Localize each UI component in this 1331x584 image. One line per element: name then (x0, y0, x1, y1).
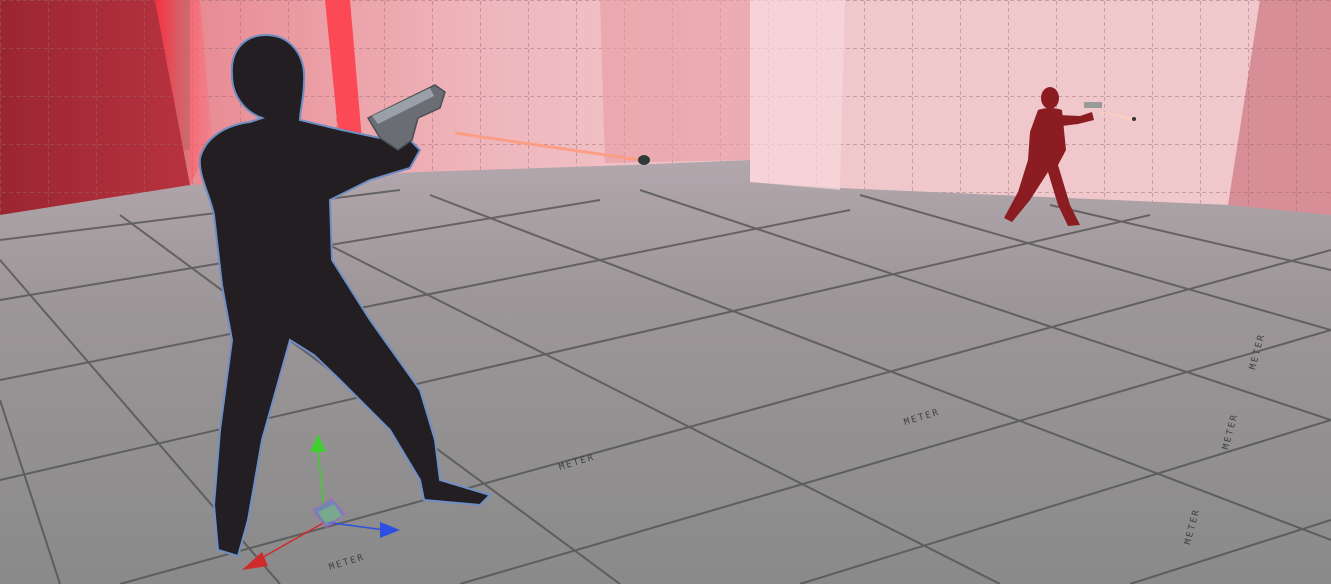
scene-canvas: METER METER METER METER METER METER (0, 0, 1331, 584)
bullet-icon (638, 155, 650, 165)
pistol-icon (1084, 102, 1102, 108)
game-viewport[interactable]: METER METER METER METER METER METER (0, 0, 1331, 584)
bullet-icon (1132, 117, 1136, 121)
